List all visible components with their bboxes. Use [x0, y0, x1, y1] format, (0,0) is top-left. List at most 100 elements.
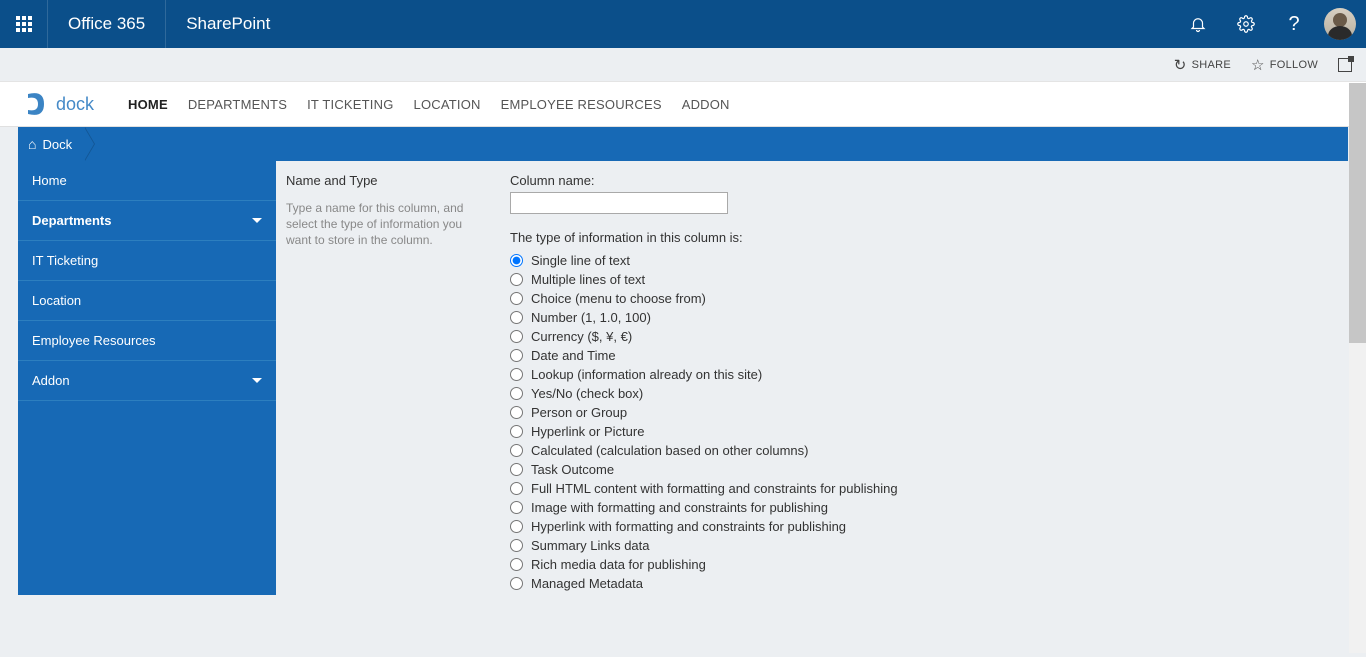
scrollbar-thumb[interactable] [1349, 83, 1366, 343]
fullscreen-icon [1338, 58, 1352, 72]
column-type-option: Person or Group [510, 405, 1340, 420]
nav-link-employee-resources[interactable]: EMPLOYEE RESOURCES [501, 93, 662, 116]
column-type-option: Yes/No (check box) [510, 386, 1340, 401]
column-type-label: Full HTML content with formatting and co… [531, 481, 898, 496]
suite-bar: Office 365 SharePoint ? [0, 0, 1366, 48]
column-type-label: Task Outcome [531, 462, 614, 477]
fullscreen-button[interactable] [1338, 58, 1352, 72]
help-button[interactable]: ? [1270, 0, 1318, 48]
sidebar-item-label: IT Ticketing [32, 253, 98, 268]
column-type-label: Choice (menu to choose from) [531, 291, 706, 306]
column-type-heading: The type of information in this column i… [510, 230, 1340, 245]
column-type-label: Hyperlink or Picture [531, 424, 644, 439]
column-name-input[interactable] [510, 192, 728, 214]
column-type-radio[interactable] [510, 368, 523, 381]
sidebar-item-label: Employee Resources [32, 333, 156, 348]
column-type-radio[interactable] [510, 444, 523, 457]
column-type-radio[interactable] [510, 501, 523, 514]
nav-link-home[interactable]: HOME [128, 93, 168, 116]
column-type-label: Currency ($, ¥, €) [531, 329, 632, 344]
sidebar-item-location[interactable]: Location [18, 281, 276, 321]
share-button[interactable]: SHARE [1174, 56, 1231, 74]
column-type-option: Summary Links data [510, 538, 1340, 553]
user-avatar[interactable] [1324, 8, 1356, 40]
star-icon [1251, 56, 1265, 74]
column-type-option: Calculated (calculation based on other c… [510, 443, 1340, 458]
column-type-label: Calculated (calculation based on other c… [531, 443, 809, 458]
column-type-option: Task Outcome [510, 462, 1340, 477]
column-type-radio[interactable] [510, 577, 523, 590]
suite-brand[interactable]: Office 365 [48, 0, 166, 48]
column-type-radio[interactable] [510, 311, 523, 324]
sidebar-item-addon[interactable]: Addon [18, 361, 276, 401]
breadcrumb-home[interactable]: Dock [28, 127, 84, 161]
column-type-label: Hyperlink with formatting and constraint… [531, 519, 846, 534]
column-type-label: Single line of text [531, 253, 630, 268]
column-type-option: Choice (menu to choose from) [510, 291, 1340, 306]
sidebar-item-label: Location [32, 293, 81, 308]
chevron-down-icon [252, 218, 262, 223]
column-type-option: Multiple lines of text [510, 272, 1340, 287]
nav-link-it-ticketing[interactable]: IT TICKETING [307, 93, 393, 116]
bell-icon [1189, 15, 1207, 33]
chevron-down-icon [252, 378, 262, 383]
column-type-radio[interactable] [510, 520, 523, 533]
home-icon [28, 136, 36, 152]
waffle-icon [16, 16, 32, 32]
column-type-radio[interactable] [510, 387, 523, 400]
share-icon [1174, 56, 1187, 74]
section-description: Type a name for this column, and select … [286, 200, 486, 249]
site-logo-text: dock [56, 94, 94, 115]
column-type-radio[interactable] [510, 539, 523, 552]
app-launcher-button[interactable] [0, 0, 48, 48]
breadcrumb-bar: Dock [18, 127, 1348, 161]
column-form: Name and Type Type a name for this colum… [276, 161, 1348, 595]
left-navigation: Home Departments IT Ticketing Location Emplo… [18, 161, 276, 595]
notifications-button[interactable] [1174, 0, 1222, 48]
column-type-option: Managed Metadata [510, 576, 1340, 591]
sidebar-item-employee-resources[interactable]: Employee Resources [18, 321, 276, 361]
column-type-radio[interactable] [510, 330, 523, 343]
column-type-label: Person or Group [531, 405, 627, 420]
column-type-option: Currency ($, ¥, €) [510, 329, 1340, 344]
follow-label: FOLLOW [1270, 59, 1318, 71]
column-name-label: Column name: [510, 173, 1340, 188]
column-type-radio[interactable] [510, 273, 523, 286]
column-type-radio[interactable] [510, 349, 523, 362]
column-type-option: Hyperlink or Picture [510, 424, 1340, 439]
sidebar-item-it-ticketing[interactable]: IT Ticketing [18, 241, 276, 281]
column-type-radio[interactable] [510, 482, 523, 495]
share-label: SHARE [1192, 59, 1231, 71]
column-type-radio[interactable] [510, 292, 523, 305]
column-type-label: Yes/No (check box) [531, 386, 643, 401]
breadcrumb-label: Dock [42, 137, 72, 152]
column-type-option: Image with formatting and constraints fo… [510, 500, 1340, 515]
follow-button[interactable]: FOLLOW [1251, 56, 1318, 74]
column-type-option: Number (1, 1.0, 100) [510, 310, 1340, 325]
column-type-label: Multiple lines of text [531, 272, 645, 287]
column-type-option: Rich media data for publishing [510, 557, 1340, 572]
suite-app-name[interactable]: SharePoint [166, 14, 290, 34]
nav-link-departments[interactable]: DEPARTMENTS [188, 93, 287, 116]
column-type-radio[interactable] [510, 254, 523, 267]
sidebar-item-departments[interactable]: Departments [18, 201, 276, 241]
column-type-option: Hyperlink with formatting and constraint… [510, 519, 1340, 534]
column-type-radio[interactable] [510, 425, 523, 438]
column-type-option: Full HTML content with formatting and co… [510, 481, 1340, 496]
column-type-option: Single line of text [510, 253, 1340, 268]
site-logo[interactable]: dock [24, 90, 94, 118]
sidebar-item-home[interactable]: Home [18, 161, 276, 201]
nav-link-location[interactable]: LOCATION [414, 93, 481, 116]
sidebar-item-label: Departments [32, 213, 111, 228]
column-type-label: Rich media data for publishing [531, 557, 706, 572]
column-type-radio[interactable] [510, 406, 523, 419]
nav-link-addon[interactable]: ADDON [682, 93, 730, 116]
column-type-radio[interactable] [510, 558, 523, 571]
column-type-radio[interactable] [510, 463, 523, 476]
settings-button[interactable] [1222, 0, 1270, 48]
column-type-option: Lookup (information already on this site… [510, 367, 1340, 382]
sidebar-item-label: Addon [32, 373, 70, 388]
column-type-label: Managed Metadata [531, 576, 643, 591]
column-type-label: Image with formatting and constraints fo… [531, 500, 828, 515]
column-type-label: Date and Time [531, 348, 616, 363]
